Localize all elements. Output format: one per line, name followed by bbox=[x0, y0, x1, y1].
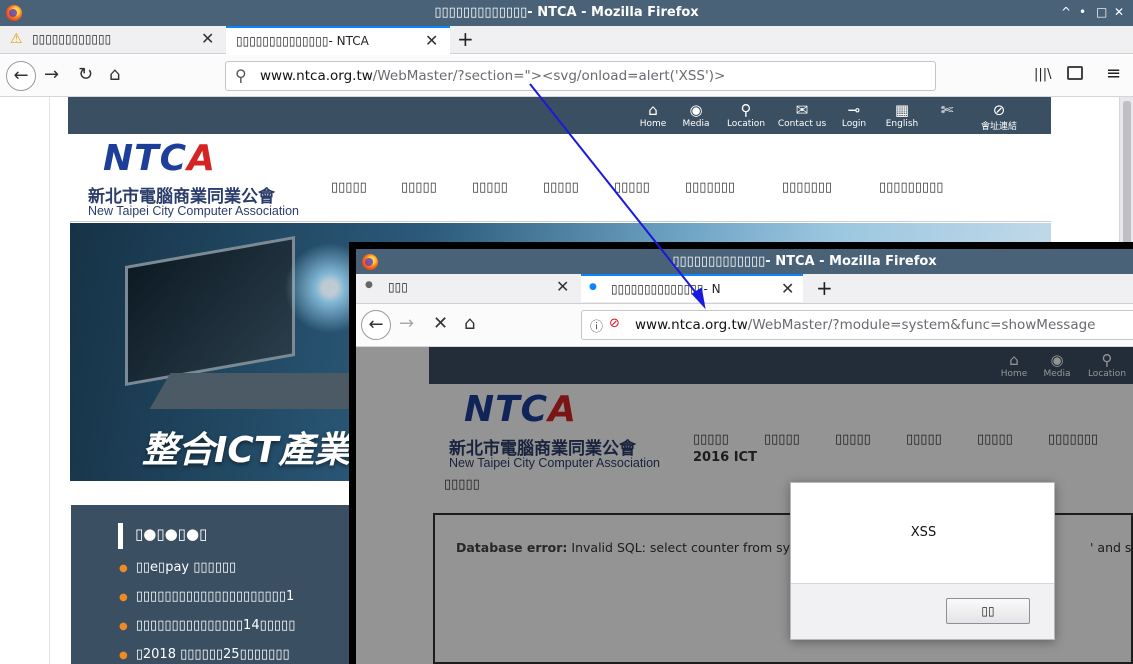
arrow-line bbox=[529, 83, 705, 304]
annotation-arrow bbox=[529, 83, 706, 310]
